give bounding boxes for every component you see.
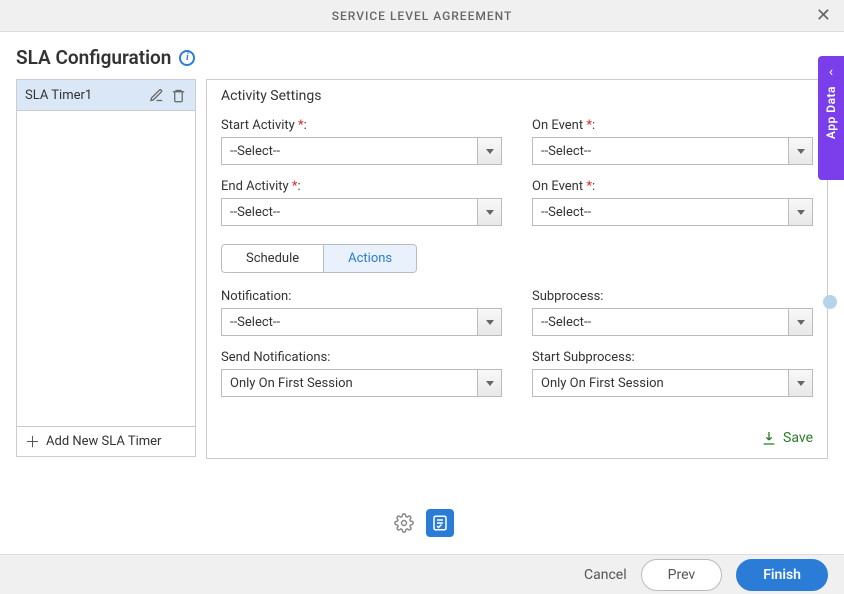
chevron-down-icon: [477, 370, 501, 396]
on-event-end-label: On Event *:: [532, 179, 813, 194]
delete-icon[interactable]: [169, 86, 187, 104]
on-event-end-select[interactable]: --Select--: [532, 198, 813, 226]
chevron-down-icon: [788, 370, 812, 396]
bottom-toolbar: [0, 491, 844, 545]
tabs: Schedule Actions: [221, 244, 417, 273]
chevron-down-icon: [477, 199, 501, 225]
chevron-down-icon: [788, 309, 812, 335]
start-subprocess-label: Start Subprocess:: [532, 350, 813, 365]
on-event-start-label: On Event *:: [532, 118, 813, 133]
notification-select[interactable]: --Select--: [221, 308, 502, 336]
start-activity-select[interactable]: --Select--: [221, 137, 502, 165]
edit-icon[interactable]: [147, 86, 165, 104]
end-activity-label: End Activity *:: [221, 179, 502, 194]
end-activity-select[interactable]: --Select--: [221, 198, 502, 226]
finish-button[interactable]: Finish: [736, 559, 828, 591]
wizard-footer: Cancel Prev Finish: [0, 554, 844, 594]
app-data-label: App Data: [824, 86, 838, 139]
chevron-down-icon: [788, 138, 812, 164]
timer-item[interactable]: SLA Timer1: [17, 80, 195, 111]
info-icon[interactable]: i: [179, 50, 195, 66]
tab-schedule[interactable]: Schedule: [222, 245, 323, 272]
timer-name: SLA Timer1: [25, 88, 92, 103]
chevron-down-icon: [477, 138, 501, 164]
subprocess-label: Subprocess:: [532, 289, 813, 304]
page-title-row: SLA Configuration i: [0, 32, 844, 79]
notification-label: Notification:: [221, 289, 502, 304]
chevron-left-icon: ‹: [829, 64, 833, 80]
on-event-start-select[interactable]: --Select--: [532, 137, 813, 165]
section-title: Activity Settings: [221, 88, 813, 104]
badge-icon[interactable]: [823, 295, 837, 309]
tab-actions[interactable]: Actions: [323, 245, 416, 272]
save-label: Save: [783, 430, 813, 446]
send-notifications-select[interactable]: Only On First Session: [221, 369, 502, 397]
modal-header: SERVICE LEVEL AGREEMENT ✕: [0, 0, 844, 32]
start-activity-label: Start Activity *:: [221, 118, 502, 133]
prev-button[interactable]: Prev: [641, 559, 723, 591]
cancel-button[interactable]: Cancel: [584, 567, 627, 583]
send-notifications-label: Send Notifications:: [221, 350, 502, 365]
close-icon[interactable]: ✕: [816, 7, 832, 25]
start-subprocess-select[interactable]: Only On First Session: [532, 369, 813, 397]
subprocess-select[interactable]: --Select--: [532, 308, 813, 336]
modal-title: SERVICE LEVEL AGREEMENT: [332, 9, 513, 23]
chevron-down-icon: [788, 199, 812, 225]
timer-list: SLA Timer1: [16, 79, 196, 427]
add-timer-label: Add New SLA Timer: [46, 434, 161, 449]
add-timer-button[interactable]: ＋ Add New SLA Timer: [16, 427, 196, 457]
app-data-tab[interactable]: ‹ App Data: [818, 56, 844, 180]
page-title: SLA Configuration: [16, 46, 171, 69]
chevron-down-icon: [477, 309, 501, 335]
checklist-icon[interactable]: [426, 509, 454, 537]
download-icon: [761, 430, 777, 446]
save-button[interactable]: Save: [221, 420, 813, 446]
plus-icon: ＋: [25, 431, 40, 452]
settings-icon[interactable]: [390, 509, 418, 537]
activity-settings-panel: Activity Settings Start Activity *: --Se…: [206, 79, 828, 459]
